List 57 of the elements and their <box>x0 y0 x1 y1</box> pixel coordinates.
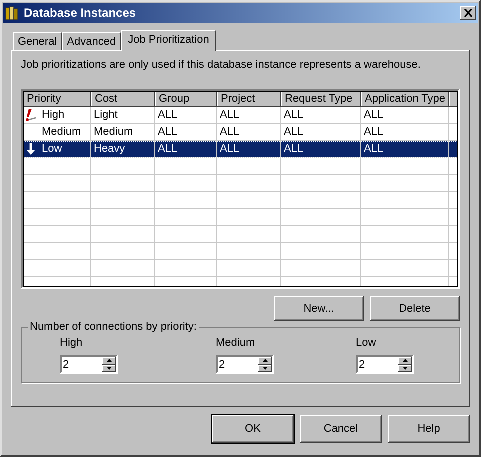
close-icon <box>464 9 472 17</box>
table-cell: ALL <box>158 126 178 138</box>
table-cell: High <box>42 109 65 121</box>
up-triangle-icon <box>106 359 112 362</box>
table-cell: ALL <box>220 109 240 121</box>
field-label: Medium <box>216 337 256 349</box>
table-cell: ALL <box>364 143 384 155</box>
column-header[interactable]: Priority <box>23 91 91 107</box>
spin-up-button[interactable] <box>102 357 116 364</box>
books-icon <box>5 5 21 21</box>
dialog-button[interactable]: Help <box>388 415 470 443</box>
spin-up-button[interactable] <box>258 357 272 364</box>
tab[interactable]: General <box>13 32 62 50</box>
group-title: Number of connections by priority: <box>28 321 199 333</box>
table-cell: ALL <box>364 109 384 121</box>
table-cell: Light <box>94 109 118 121</box>
down-triangle-icon <box>402 366 408 370</box>
column-header[interactable]: Group <box>155 91 217 107</box>
window-title: Database Instances <box>24 6 138 20</box>
down-triangle-icon <box>106 366 112 370</box>
up-triangle-icon <box>402 359 408 362</box>
column-header[interactable]: Cost <box>91 91 155 107</box>
tab[interactable]: Advanced <box>62 32 122 50</box>
table-cell: ALL <box>158 143 178 155</box>
field-label: Low <box>356 337 378 349</box>
info-text: Job prioritizations are only used if this database instance represents a warehouse. <box>21 59 422 71</box>
table-cell: ALL <box>220 143 240 155</box>
table-button[interactable]: Delete <box>370 296 460 321</box>
dialog-button[interactable]: OK <box>212 415 294 443</box>
column-header[interactable]: Application Type <box>361 91 449 107</box>
exclamation-icon <box>24 108 38 122</box>
column-header[interactable]: Project <box>217 91 281 107</box>
down-arrow-icon <box>24 142 38 156</box>
table-cell: ALL <box>158 109 178 121</box>
up-triangle-icon <box>262 359 268 362</box>
table-cell: ALL <box>284 126 304 138</box>
table-cell: Medium <box>94 126 134 138</box>
field-label: High <box>60 337 84 349</box>
table-cell: ALL <box>220 126 240 138</box>
table-row[interactable]: High Light ALL ALL ALL ALL <box>23 107 458 124</box>
spin-box[interactable]: 2 <box>60 355 118 374</box>
dialog-button[interactable]: Cancel <box>300 415 382 443</box>
table-button[interactable]: New... <box>274 296 364 321</box>
table-cell: ALL <box>284 109 304 121</box>
spin-box[interactable]: 2 <box>356 355 414 374</box>
table-cell: ALL <box>284 143 304 155</box>
table-cell: Heavy <box>94 143 126 155</box>
tab[interactable]: Job Prioritization <box>121 30 216 51</box>
down-triangle-icon <box>262 366 268 370</box>
table-cell: Medium <box>42 126 82 138</box>
close-button[interactable] <box>460 6 476 20</box>
spin-box[interactable]: 2 <box>216 355 274 374</box>
column-header[interactable]: Request Type <box>281 91 361 107</box>
table-cell: Low <box>42 143 62 155</box>
spin-up-button[interactable] <box>398 357 412 364</box>
table-row[interactable]: Low Heavy ALL ALL ALL ALL <box>23 141 458 158</box>
table-cell: ALL <box>364 126 384 138</box>
